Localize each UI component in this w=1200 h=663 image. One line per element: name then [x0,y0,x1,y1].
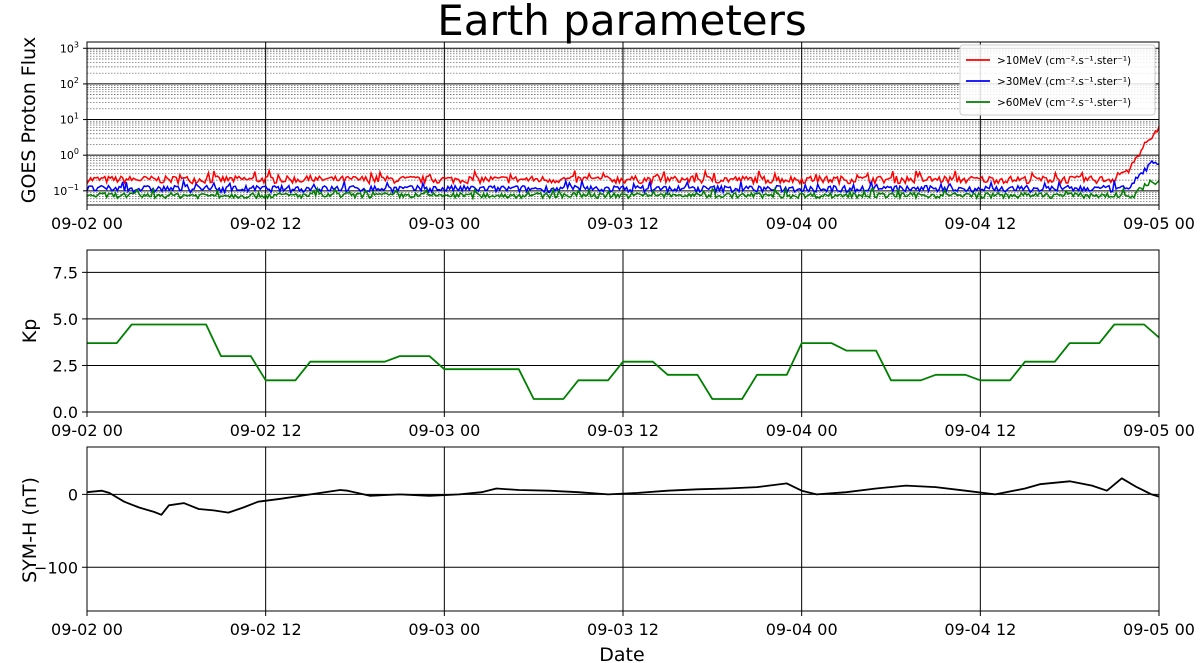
kp-x-tick-label: 09-04 00 [766,421,838,440]
symh-x-tick-label: 09-05 00 [1123,620,1195,639]
symh-x-tick-label: 09-04 00 [766,620,838,639]
kp-y-axis-label: Kp [19,319,41,344]
symh-x-tick-label: 09-03 00 [408,620,480,639]
goes-y-tick-label: 100 [60,147,79,162]
kp-y-tick-label: 5.0 [53,310,78,329]
kp-x-tick-label: 09-05 00 [1123,421,1195,440]
kp-index-panel: 0.0 2.5 5.0 7.5 09-02 00 09-02 12 09-03 00 09-0… [19,249,1195,440]
legend-label-2: >30MeV (cm⁻².s⁻¹.ster⁻¹) [997,76,1131,88]
symh-y-axis-label: SYM-H (nT) [19,477,41,583]
symh-x-tick-label: 09-04 12 [944,620,1016,639]
goes-y-tick-label: 10−1 [53,183,79,198]
symh-x-tick-label: 09-02 12 [230,620,302,639]
legend-label-1: >10MeV (cm⁻².s⁻¹.ster⁻¹) [997,55,1131,67]
kp-x-tick-label: 09-02 00 [51,421,123,440]
goes-x-tick-label: 09-02 12 [230,214,302,233]
kp-y-tick-label: 0.0 [53,403,78,422]
kp-y-tick-label: 2.5 [53,356,78,375]
x-axis-label: Date [599,644,644,663]
sym-h-panel: −100009-02 00 09-02 12 09-03 00 09-03 12 09-… [19,446,1195,639]
figure-title: Earth parameters [437,0,807,45]
goes-y-tick-label: 103 [60,40,79,55]
kp-x-tick-label: 09-02 12 [230,421,302,440]
goes-y-tick-label: 102 [60,76,79,91]
goes-x-tick-label: 09-03 12 [587,214,659,233]
kp-x-tick-label: 09-04 12 [944,421,1016,440]
earth-parameters-figure: Earth parameters Date 09-02 00 09-02 12 09… [18,0,1195,663]
goes-x-tick-label: 09-04 00 [766,214,838,233]
goes-x-tick-label: 09-02 00 [51,214,123,233]
symh-x-tick-label: 09-03 12 [587,620,659,639]
symh-x-tick-label: 09-02 00 [51,620,123,639]
legend-label-3: >60MeV (cm⁻².s⁻¹.ster⁻¹) [997,97,1131,109]
symh-y-tick-label: 0 [68,485,78,504]
kp-y-tick-label: 7.5 [53,263,78,282]
goes-proton-flux-panel: 09-02 00 09-02 12 09-03 00 09-03 12 09-04 00… [18,37,1195,233]
goes-x-tick-label: 09-05 00 [1123,214,1195,233]
goes-x-tick-label: 09-04 12 [944,214,1016,233]
goes-y-axis-label: GOES Proton Flux [18,37,40,204]
kp-x-tick-label: 09-03 00 [408,421,480,440]
goes-x-tick-label: 09-03 00 [408,214,480,233]
kp-x-tick-label: 09-03 12 [587,421,659,440]
goes-y-tick-label: 101 [60,112,79,127]
